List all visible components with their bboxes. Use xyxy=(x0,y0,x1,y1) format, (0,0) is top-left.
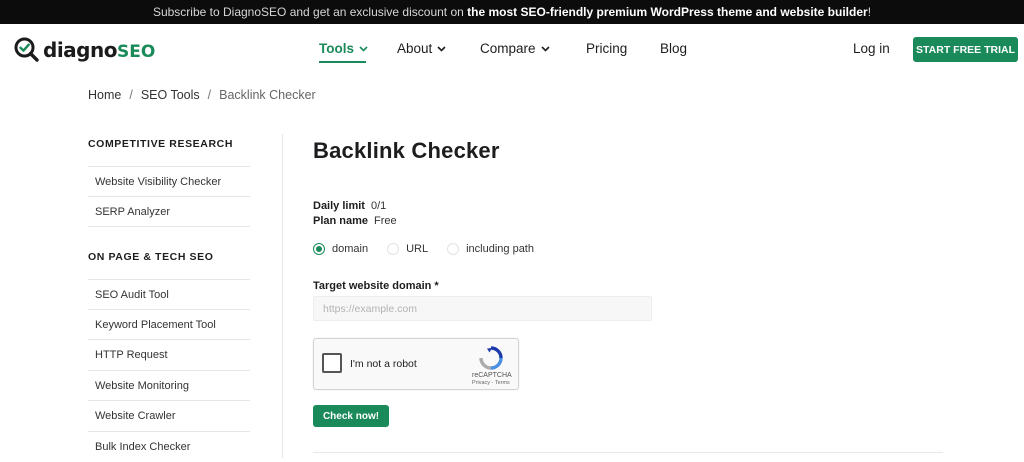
sidebar-item-website-visibility-checker[interactable]: Website Visibility Checker xyxy=(88,166,250,196)
site-logo[interactable]: diagnoSEO xyxy=(13,36,155,63)
radio-including-path-label[interactable]: including path xyxy=(466,243,534,255)
recaptcha-privacy-terms[interactable]: Privacy - Terms xyxy=(472,380,510,386)
target-type-radio-group: domain URL including path xyxy=(313,243,553,255)
recaptcha-brand: reCAPTCHA xyxy=(472,372,512,379)
nav-pricing[interactable]: Pricing xyxy=(586,41,627,56)
sidebar-item-bulk-index-checker[interactable]: Bulk Index Checker xyxy=(88,431,250,461)
chevron-down-icon xyxy=(359,45,368,52)
nav-about-label: About xyxy=(397,41,433,56)
sidebar-item-serp-analyzer[interactable]: SERP Analyzer xyxy=(88,196,250,226)
recaptcha-checkbox[interactable] xyxy=(322,353,342,373)
promo-text: Subscribe to DiagnoSEO and get an exclus… xyxy=(152,5,468,19)
chevron-down-icon xyxy=(540,45,550,52)
radio-url-label[interactable]: URL xyxy=(406,243,428,255)
content-divider xyxy=(282,134,283,458)
breadcrumb-home[interactable]: Home xyxy=(88,88,121,102)
promo-suffix: ! xyxy=(867,5,872,19)
recaptcha-label: I'm not a robot xyxy=(350,358,417,370)
sidebar-item-seo-audit-tool[interactable]: SEO Audit Tool xyxy=(88,279,250,309)
start-free-trial-button[interactable]: START FREE TRIAL xyxy=(913,37,1018,62)
recaptcha-widget: I'm not a robot reCAPTCHA Privacy - Term… xyxy=(313,338,519,390)
nav-compare[interactable]: Compare xyxy=(480,41,550,56)
breadcrumb-seo-tools[interactable]: SEO Tools xyxy=(141,88,200,102)
check-now-button[interactable]: Check now! xyxy=(313,405,389,427)
content-bottom-divider xyxy=(313,452,943,453)
radio-domain-label[interactable]: domain xyxy=(332,243,368,255)
sidebar-item-keyword-placement-tool[interactable]: Keyword Placement Tool xyxy=(88,309,250,339)
promo-highlight[interactable]: the most SEO-friendly premium WordPress … xyxy=(467,5,868,19)
target-domain-input[interactable] xyxy=(313,296,652,321)
promo-banner: Subscribe to DiagnoSEO and get an exclus… xyxy=(0,0,1024,24)
nav-about[interactable]: About xyxy=(397,41,446,56)
logo-word-diagno: diagno xyxy=(43,37,117,62)
sidebar-heading-competitive-research: COMPETITIVE RESEARCH xyxy=(88,138,234,150)
logo-word-seo: SEO xyxy=(116,41,156,62)
target-domain-label: Target website domain * xyxy=(313,280,439,292)
nav-tools[interactable]: Tools xyxy=(319,41,368,56)
radio-url[interactable] xyxy=(387,243,400,255)
breadcrumb: Home / SEO Tools / Backlink Checker xyxy=(88,88,316,102)
nav-blog[interactable]: Blog xyxy=(660,41,687,56)
plan-name-label: Plan name xyxy=(313,215,369,227)
radio-including-path[interactable] xyxy=(447,243,460,255)
nav-active-underline xyxy=(319,61,366,63)
breadcrumb-current: Backlink Checker xyxy=(219,88,316,102)
sidebar-item-http-request[interactable]: HTTP Request xyxy=(88,339,250,369)
breadcrumb-separator: / xyxy=(129,88,133,102)
daily-limit-row: Daily limit 0/1 xyxy=(313,200,386,212)
page-title: Backlink Checker xyxy=(313,138,500,163)
daily-limit-label: Daily limit xyxy=(313,200,365,212)
recaptcha-icon xyxy=(479,346,503,370)
nav-tools-label: Tools xyxy=(319,41,354,56)
plan-name-row: Plan name Free xyxy=(313,215,397,227)
chevron-down-icon xyxy=(437,45,446,52)
sidebar-divider xyxy=(88,226,250,227)
radio-domain[interactable] xyxy=(313,243,325,255)
nav-compare-label: Compare xyxy=(480,41,536,56)
sidebar-item-website-monitoring[interactable]: Website Monitoring xyxy=(88,370,250,400)
login-link[interactable]: Log in xyxy=(853,41,890,56)
breadcrumb-separator: / xyxy=(207,88,212,102)
site-header: diagnoSEO Tools About Compare Pricing Bl… xyxy=(0,24,1024,74)
sidebar-heading-on-page-tech-seo: ON PAGE & TECH SEO xyxy=(88,251,214,263)
sidebar-item-website-crawler[interactable]: Website Crawler xyxy=(88,400,250,430)
plan-name-value: Free xyxy=(374,215,397,227)
magnifier-logo-icon xyxy=(14,37,39,62)
daily-limit-value: 0/1 xyxy=(370,200,387,212)
logo-wordmark: diagnoSEO xyxy=(43,38,155,62)
